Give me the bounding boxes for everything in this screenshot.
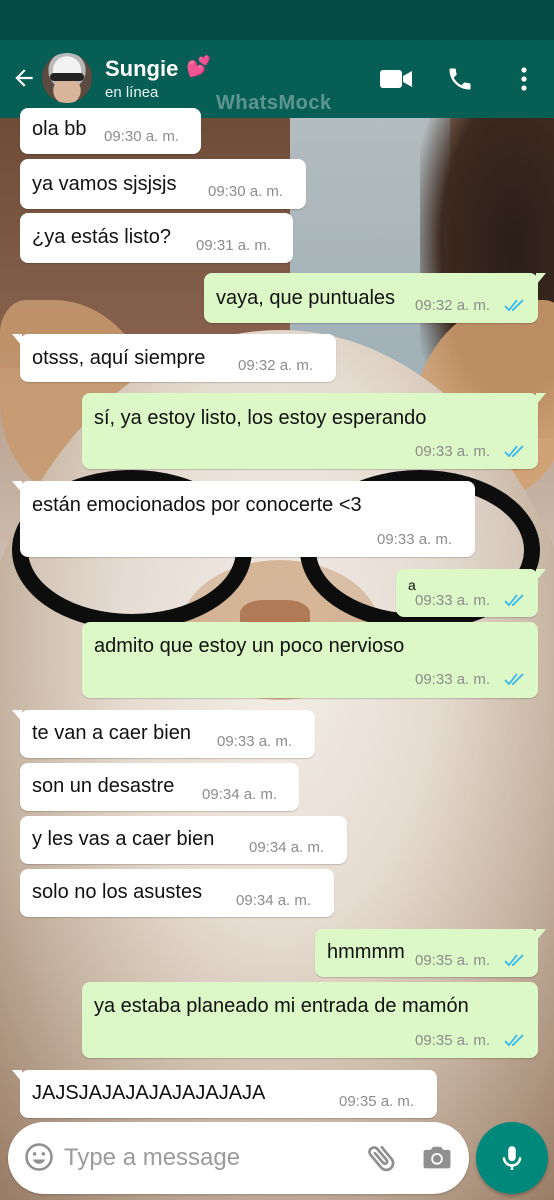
- message-text: y les vas a caer bien: [32, 828, 215, 850]
- message-time: 09:31 a. m.: [196, 237, 272, 254]
- message-outgoing[interactable]: hmmmm 09:35 a. m.: [315, 929, 546, 977]
- camera-icon[interactable]: [420, 1140, 456, 1176]
- message-text: hmmmm: [327, 941, 405, 963]
- message-outgoing[interactable]: a 09:33 a. m.: [396, 569, 546, 617]
- message-composer: [8, 1122, 469, 1194]
- message-incoming[interactable]: te van a caer bien 09:33 a. m.: [12, 710, 315, 758]
- emoji-icon[interactable]: [24, 1142, 54, 1172]
- contact-status: en línea: [105, 84, 159, 101]
- heart-emoji: 💕: [186, 56, 211, 78]
- message-text: son un desastre: [32, 775, 175, 797]
- chat-header: Sungie 💕 en línea WhatsMock: [0, 40, 554, 118]
- message-incoming[interactable]: ¿ya estás listo? 09:31 a. m.: [20, 213, 293, 263]
- message-incoming[interactable]: solo no los asustes 09:34 a. m.: [20, 869, 334, 917]
- message-time: 09:34 a. m.: [202, 786, 278, 803]
- message-text: solo no los asustes: [32, 881, 203, 903]
- video-call-icon[interactable]: [378, 62, 414, 96]
- read-ticks-icon: [504, 673, 524, 686]
- back-arrow-icon[interactable]: [8, 62, 40, 94]
- message-time: 09:32 a. m.: [415, 297, 491, 314]
- read-ticks-icon: [504, 1034, 524, 1047]
- message-text: te van a caer bien: [32, 722, 191, 744]
- message-outgoing[interactable]: ya estaba planeado mi entrada de mamón 0…: [82, 982, 538, 1058]
- message-time: 09:34 a. m.: [249, 839, 325, 856]
- message-time: 09:30 a. m.: [208, 183, 284, 200]
- read-ticks-icon: [504, 954, 524, 967]
- message-text: ya vamos sjsjsjs: [32, 173, 177, 195]
- read-ticks-icon: [504, 445, 524, 458]
- message-incoming[interactable]: JAJSJAJAJAJAJAJAJAJA 09:35 a. m.: [12, 1070, 437, 1118]
- message-outgoing[interactable]: sí, ya estoy listo, los estoy esperando …: [82, 393, 546, 469]
- message-text: admito que estoy un poco nervioso: [94, 635, 405, 657]
- message-text: ¿ya estás listo?: [32, 226, 171, 248]
- message-time: 09:33 a. m.: [217, 733, 293, 750]
- message-time: 09:30 a. m.: [104, 128, 180, 145]
- message-time: 09:35 a. m.: [339, 1093, 415, 1110]
- message-outgoing[interactable]: admito que estoy un poco nervioso 09:33 …: [82, 622, 538, 698]
- message-time: 09:33 a. m.: [415, 671, 491, 688]
- message-time: 09:33 a. m.: [377, 531, 453, 548]
- attach-icon[interactable]: [364, 1140, 400, 1176]
- more-vertical-icon[interactable]: [506, 62, 542, 96]
- message-time: 09:34 a. m.: [236, 892, 312, 909]
- message-text: a: [408, 577, 416, 593]
- message-time: 09:33 a. m.: [415, 443, 491, 460]
- message-text: sí, ya estoy listo, los estoy esperando: [94, 407, 427, 429]
- mic-button[interactable]: [476, 1122, 548, 1194]
- read-ticks-icon: [504, 299, 524, 312]
- message-incoming[interactable]: ya vamos sjsjsjs 09:30 a. m.: [20, 159, 306, 209]
- message-text: otsss, aquí siempre: [32, 347, 206, 369]
- message-time: 09:33 a. m.: [415, 592, 491, 609]
- status-bar: [0, 0, 554, 40]
- contact-name[interactable]: Sungie: [105, 56, 178, 82]
- message-input[interactable]: [64, 1136, 354, 1180]
- message-time: 09:35 a. m.: [415, 952, 491, 969]
- message-incoming[interactable]: son un desastre 09:34 a. m.: [20, 763, 299, 811]
- message-time: 09:35 a. m.: [415, 1032, 491, 1049]
- watermark: WhatsMock: [216, 92, 332, 114]
- message-text: ola bb: [32, 118, 87, 140]
- phone-icon[interactable]: [442, 62, 478, 96]
- avatar[interactable]: [42, 53, 92, 103]
- message-text: vaya, que puntuales: [216, 287, 396, 309]
- message-incoming[interactable]: otsss, aquí siempre 09:32 a. m.: [12, 334, 336, 382]
- message-text: JAJSJAJAJAJAJAJAJAJA: [32, 1082, 266, 1104]
- message-incoming[interactable]: están emocionados por conocerte <3 09:33…: [12, 481, 475, 557]
- message-text: ya estaba planeado mi entrada de mamón: [94, 995, 469, 1017]
- read-ticks-icon: [504, 594, 524, 607]
- message-time: 09:32 a. m.: [238, 357, 314, 374]
- message-incoming[interactable]: y les vas a caer bien 09:34 a. m.: [20, 816, 347, 864]
- message-incoming[interactable]: ola bb 09:30 a. m.: [20, 108, 201, 154]
- mic-icon: [502, 1146, 522, 1170]
- message-text: están emocionados por conocerte <3: [32, 494, 362, 516]
- message-outgoing[interactable]: vaya, que puntuales 09:32 a. m.: [204, 273, 546, 323]
